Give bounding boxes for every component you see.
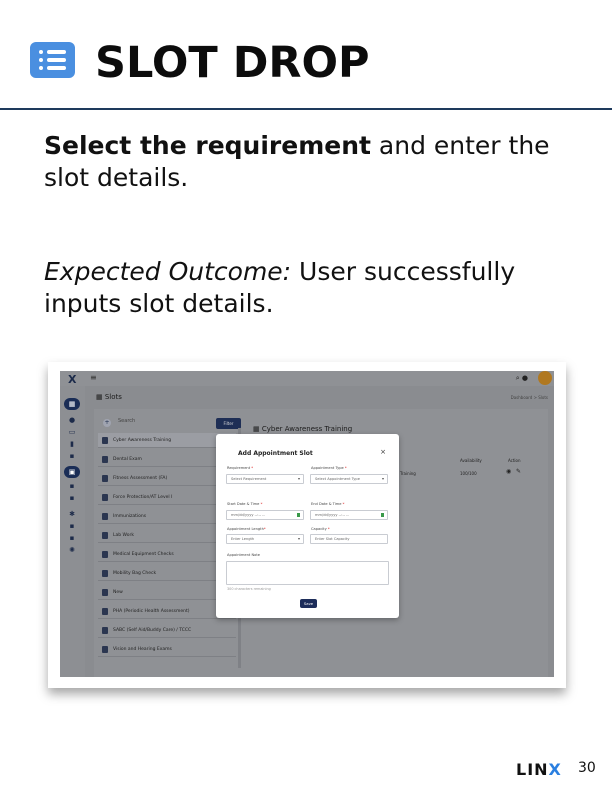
note-textarea[interactable] bbox=[226, 561, 389, 585]
slots-heading: ▦ Slots bbox=[96, 393, 122, 401]
search-input[interactable]: Search bbox=[98, 415, 218, 427]
calendar-icon[interactable] bbox=[381, 513, 384, 517]
chevron-down-icon: ▾ bbox=[297, 536, 300, 541]
row-name: Training bbox=[400, 471, 416, 476]
outcome-label: Expected Outcome: bbox=[44, 257, 292, 286]
char-count-hint: 300 characters remaining bbox=[227, 587, 271, 591]
instruction-bold: Select the requirement bbox=[44, 131, 371, 160]
required-mark: * bbox=[260, 502, 263, 506]
length-select[interactable]: Enter Length ▾ bbox=[226, 534, 304, 544]
requirement-label: Immunizations bbox=[113, 514, 147, 519]
required-mark: * bbox=[342, 502, 345, 506]
column-header-action: Action bbox=[508, 458, 521, 463]
requirement-label: Requirement * bbox=[227, 466, 253, 470]
end-date-input[interactable]: mm/dd/yyyy --:-- -- bbox=[310, 510, 388, 520]
capacity-label: Capacity * bbox=[311, 527, 330, 531]
start-date-label: Start Date & Time * bbox=[227, 502, 262, 506]
type-label-text: Appointment Type bbox=[311, 466, 344, 470]
slots-title: Slots bbox=[104, 393, 122, 401]
required-mark: * bbox=[263, 527, 266, 531]
add-appointment-modal: Add Appointment Slot × Requirement * Sel… bbox=[216, 434, 399, 618]
save-button[interactable]: Save bbox=[300, 599, 317, 608]
edit-icon[interactable]: ✎ bbox=[516, 468, 521, 475]
logo-x: X bbox=[548, 760, 562, 779]
length-value: Enter Length bbox=[231, 537, 255, 541]
rail-item-calendar-icon[interactable]: ▪ bbox=[67, 494, 77, 502]
rail-item-chat-icon[interactable]: ▪ bbox=[67, 452, 77, 460]
rail-item-user-icon[interactable]: ● bbox=[67, 416, 77, 424]
avatar[interactable] bbox=[538, 371, 552, 385]
start-label-text: Start Date & Time bbox=[227, 502, 260, 506]
end-date-label: End Date & Time * bbox=[311, 502, 344, 506]
type-select-value: Select Appointment Type bbox=[315, 477, 360, 481]
required-mark: * bbox=[344, 466, 347, 470]
view-icon[interactable]: ◉ bbox=[506, 468, 511, 475]
topbar-icons[interactable]: ⌕ ● bbox=[516, 374, 528, 383]
note-label: Appointment Note bbox=[227, 553, 260, 557]
requirement-label: Lab Work bbox=[113, 533, 134, 538]
side-rail: ▦ ● ▭ ▮ ▪ ▣ ▪ ▪ ✱ ▪ ▪ ✺ bbox=[60, 386, 85, 677]
instruction-text: Select the requirement and enter the slo… bbox=[44, 130, 584, 194]
page-title: SLOT DROP bbox=[95, 38, 370, 88]
required-mark: * bbox=[327, 527, 330, 531]
rail-item-doc-icon[interactable]: ▪ bbox=[67, 522, 77, 530]
start-date-value: mm/dd/yyyy --:-- -- bbox=[231, 513, 265, 517]
requirement-label: Vision and Hearing Exams bbox=[113, 647, 172, 652]
logo-text: LIN bbox=[516, 760, 549, 779]
page-number: 30 bbox=[578, 760, 596, 776]
expected-outcome: Expected Outcome: User successfully inpu… bbox=[44, 256, 584, 320]
required-mark: * bbox=[251, 466, 254, 470]
selected-requirement-title: ▦ Cyber Awareness Training bbox=[253, 425, 353, 433]
requirement-label: Medical Equipment Checks bbox=[113, 552, 174, 557]
requirement-label: SABC (Self Aid/Buddy Care) / TCCC bbox=[113, 628, 192, 633]
rail-item-display-icon[interactable]: ▭ bbox=[67, 428, 77, 436]
length-label: Appointment Length* bbox=[227, 527, 266, 531]
rail-item-chart-icon[interactable]: ▮ bbox=[67, 440, 77, 448]
close-icon[interactable]: × bbox=[380, 448, 386, 456]
rail-item-gear-icon[interactable]: ✺ bbox=[67, 546, 77, 554]
requirement-label: Cyber Awareness Training bbox=[113, 438, 172, 443]
app-logo[interactable]: X bbox=[68, 373, 76, 386]
requirement-label-text: Requirement bbox=[227, 466, 251, 470]
rail-item-slots-icon[interactable]: ▣ bbox=[64, 466, 80, 478]
modal-title: Add Appointment Slot bbox=[238, 450, 313, 457]
end-label-text: End Date & Time bbox=[311, 502, 342, 506]
rail-item-print-icon[interactable]: ▪ bbox=[67, 482, 77, 490]
appointment-type-label: Appointment Type * bbox=[311, 466, 347, 470]
requirement-select-value: Select Requirement bbox=[231, 477, 267, 481]
requirement-label: New bbox=[113, 590, 123, 595]
requirement-label: Mobility Bag Check bbox=[113, 571, 157, 576]
page-header: SLOT DROP bbox=[0, 0, 612, 110]
requirement-item[interactable]: Vision and Hearing Exams bbox=[98, 642, 236, 657]
end-date-value: mm/dd/yyyy --:-- -- bbox=[315, 513, 349, 517]
rail-item-group-icon[interactable]: ✱ bbox=[67, 510, 77, 518]
selected-title-text: Cyber Awareness Training bbox=[261, 425, 353, 433]
requirement-label: Force Protection/AT Level I bbox=[113, 495, 173, 500]
appointment-type-select[interactable]: Select Appointment Type ▾ bbox=[310, 474, 388, 484]
menu-icon[interactable]: ≡ bbox=[90, 373, 97, 382]
capacity-label-text: Capacity bbox=[311, 527, 327, 531]
app-topbar: X ≡ ⌕ ● bbox=[60, 371, 554, 386]
requirement-select[interactable]: Select Requirement ▾ bbox=[226, 474, 304, 484]
app-window: X ≡ ⌕ ● ▦ ● ▭ ▮ ▪ ▣ ▪ ▪ ✱ ▪ ▪ ✺ ▦ Slots … bbox=[60, 371, 554, 677]
start-date-input[interactable]: mm/dd/yyyy --:-- -- bbox=[226, 510, 304, 520]
column-header-availability: Availability bbox=[460, 458, 482, 463]
chevron-down-icon: ▾ bbox=[381, 476, 384, 481]
requirement-item[interactable]: SABC (Self Aid/Buddy Care) / TCCC bbox=[98, 623, 236, 638]
app-screenshot: X ≡ ⌕ ● ▦ ● ▭ ▮ ▪ ▣ ▪ ▪ ✱ ▪ ▪ ✺ ▦ Slots … bbox=[48, 362, 566, 688]
calendar-icon[interactable] bbox=[297, 513, 300, 517]
capacity-input[interactable]: Enter Slot Capacity bbox=[310, 534, 388, 544]
chevron-down-icon: ▾ bbox=[297, 476, 300, 481]
row-availability: 100/100 bbox=[460, 471, 477, 476]
list-icon bbox=[30, 42, 75, 78]
requirement-label: Fitness Assessment (FA) bbox=[113, 476, 168, 481]
linx-logo: LINX bbox=[516, 760, 562, 779]
rail-item-home-icon[interactable]: ▦ bbox=[64, 398, 80, 410]
requirement-label: PHA (Periodic Health Assessment) bbox=[113, 609, 190, 614]
rail-item-lock-icon[interactable]: ▪ bbox=[67, 534, 77, 542]
length-label-text: Appointment Length bbox=[227, 527, 264, 531]
breadcrumb[interactable]: Dashboard > Slots bbox=[511, 395, 548, 400]
requirement-label: Dental Exam bbox=[113, 457, 142, 462]
